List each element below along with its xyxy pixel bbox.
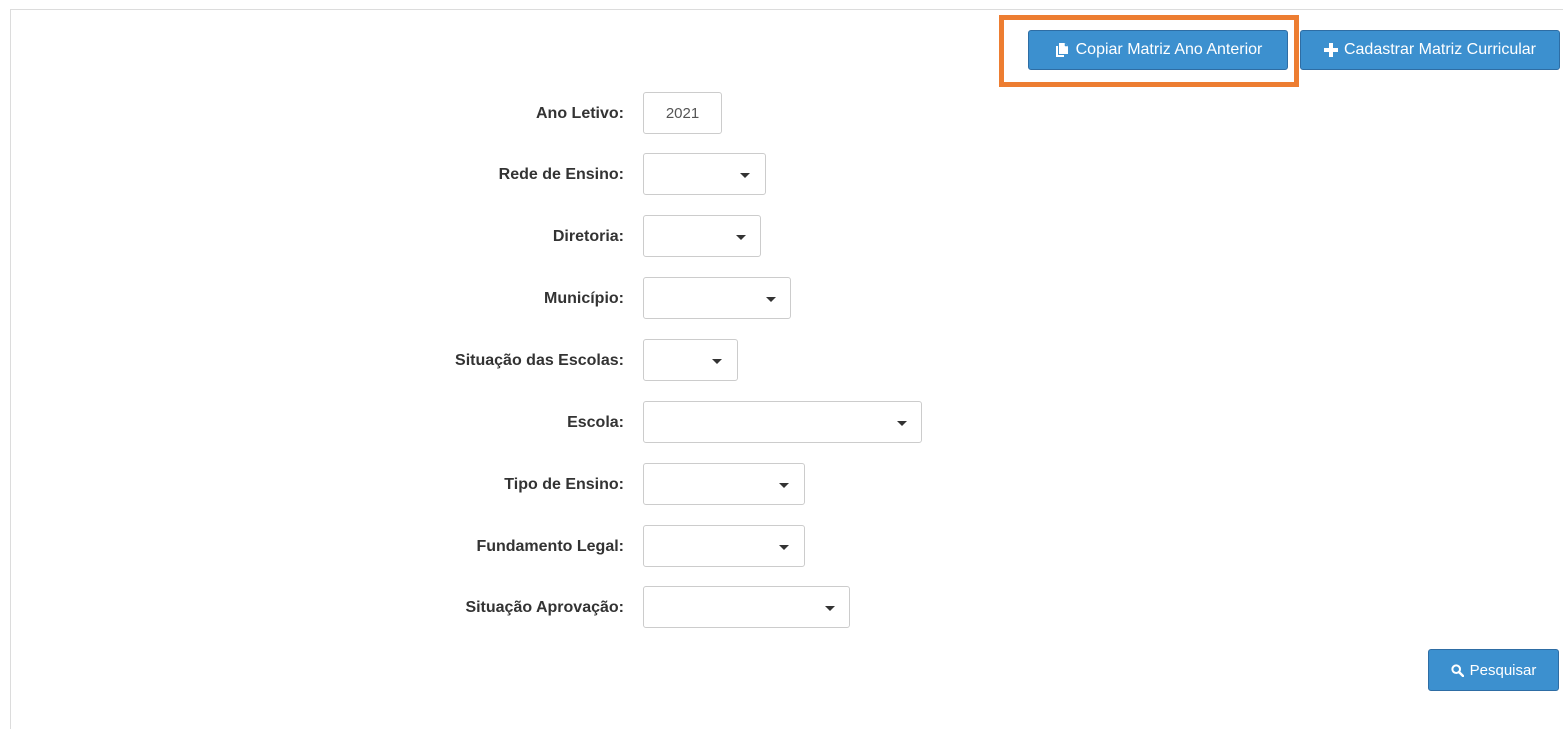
copy-icon	[1054, 42, 1070, 58]
add-matrix-label: Cadastrar Matriz Curricular	[1343, 41, 1537, 58]
municipio-select[interactable]	[643, 277, 791, 319]
fundamento-legal-select[interactable]	[643, 525, 805, 567]
diretoria-select[interactable]	[643, 215, 761, 257]
chevron-down-icon	[740, 173, 750, 178]
chevron-down-icon	[897, 421, 907, 426]
chevron-down-icon	[766, 297, 776, 302]
copy-matrix-label: Copiar Matriz Ano Anterior	[1075, 41, 1263, 58]
situacao-escolas-label: Situação das Escolas:	[455, 352, 624, 369]
tipo-ensino-select[interactable]	[643, 463, 805, 505]
escola-select[interactable]	[643, 401, 922, 443]
search-icon	[1451, 663, 1464, 677]
ano-letivo-label: Ano Letivo:	[536, 105, 624, 122]
search-label: Pesquisar	[1469, 661, 1537, 679]
situacao-aprovacao-label: Situação Aprovação:	[465, 599, 624, 616]
search-button[interactable]: Pesquisar	[1428, 649, 1559, 691]
fundamento-legal-label: Fundamento Legal:	[476, 538, 624, 555]
situacao-escolas-select[interactable]	[643, 339, 738, 381]
diretoria-label: Diretoria:	[552, 228, 624, 245]
plus-icon	[1323, 43, 1338, 57]
tipo-ensino-label: Tipo de Ensino:	[504, 476, 624, 493]
rede-ensino-label: Rede de Ensino:	[498, 166, 624, 183]
add-matrix-button[interactable]: Cadastrar Matriz Curricular	[1300, 30, 1560, 70]
chevron-down-icon	[779, 483, 789, 488]
ano-letivo-value: 2021	[665, 104, 700, 122]
rede-ensino-select[interactable]	[643, 153, 766, 195]
chevron-down-icon	[712, 359, 722, 364]
copy-matrix-button[interactable]: Copiar Matriz Ano Anterior	[1028, 30, 1288, 70]
chevron-down-icon	[779, 545, 789, 550]
municipio-label: Município:	[544, 290, 624, 307]
chevron-down-icon	[825, 606, 835, 611]
escola-label: Escola:	[567, 414, 624, 431]
ano-letivo-input[interactable]: 2021	[643, 92, 722, 134]
chevron-down-icon	[736, 235, 746, 240]
situacao-aprovacao-select[interactable]	[643, 586, 850, 628]
